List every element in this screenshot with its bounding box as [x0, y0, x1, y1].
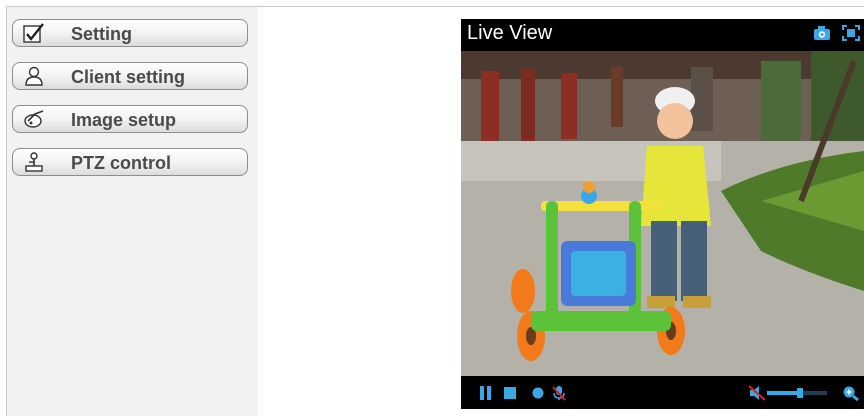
image-setup-label: Image setup — [71, 110, 177, 130]
image-setup-button[interactable]: Image setup — [12, 105, 248, 133]
stop-icon[interactable] — [503, 385, 517, 401]
checkmark-icon — [23, 23, 45, 43]
ptz-control-button[interactable]: PTZ control — [12, 148, 248, 176]
setting-button[interactable]: Setting — [12, 19, 248, 47]
live-view-title: Live View — [467, 22, 553, 44]
image-adjust-icon — [23, 109, 45, 129]
microphone-off-icon[interactable] — [551, 385, 567, 401]
camera-video-feed[interactable] — [461, 51, 864, 376]
volume-slider[interactable] — [767, 385, 827, 401]
zoom-icon[interactable] — [842, 385, 860, 402]
fullscreen-icon[interactable] — [842, 25, 860, 41]
speaker-mute-icon[interactable] — [748, 385, 766, 401]
pause-icon[interactable] — [479, 385, 493, 401]
setting-label: Setting — [71, 24, 132, 44]
user-icon — [23, 66, 45, 86]
camera-snapshot-icon[interactable] — [813, 25, 831, 41]
joystick-icon — [23, 152, 45, 172]
live-view-panel: Live View — [461, 19, 864, 409]
ptz-control-label: PTZ control — [71, 153, 171, 173]
client-setting-label: Client setting — [71, 67, 186, 87]
record-icon[interactable] — [531, 385, 545, 401]
client-setting-button[interactable]: Client setting — [12, 62, 248, 90]
